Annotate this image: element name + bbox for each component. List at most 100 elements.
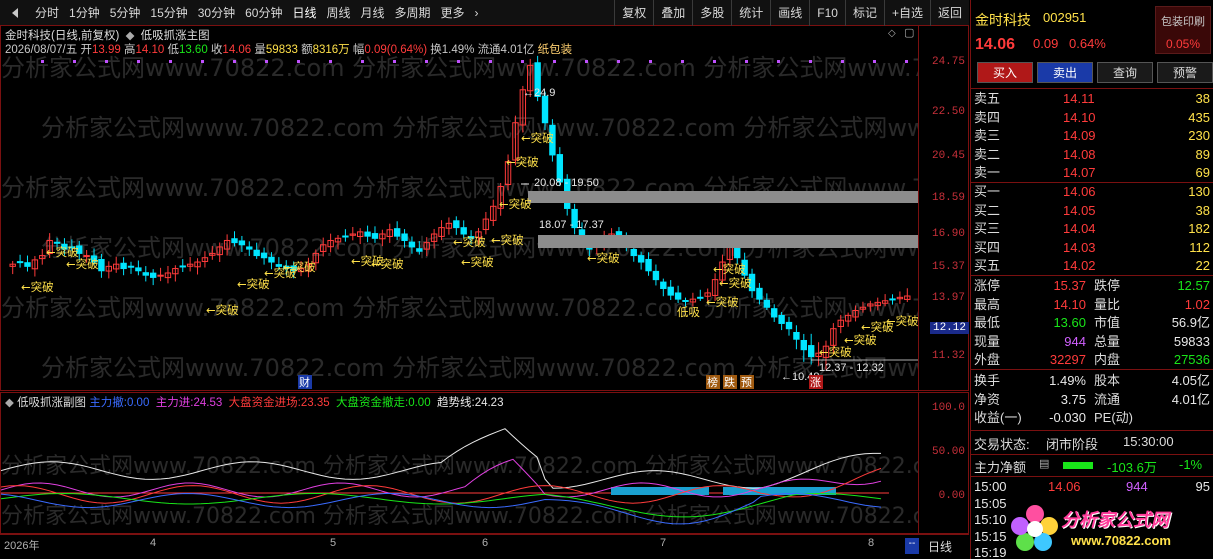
candle-body: [645, 258, 652, 272]
event-badge-text: 跌: [724, 375, 735, 389]
candle-body: [541, 95, 549, 124]
period-tab[interactable]: 60分钟: [240, 0, 287, 26]
period-tab[interactable]: 分时: [30, 0, 64, 26]
tick-time: 15:19: [974, 545, 1007, 559]
ask-row[interactable]: 卖三 14.09 230: [971, 127, 1213, 145]
period-tab[interactable]: 周线: [321, 0, 355, 26]
breakout-label: ←突破: [706, 295, 739, 309]
signal-dot: [649, 60, 652, 63]
alert-button[interactable]: 预警: [1157, 62, 1213, 83]
bid-row[interactable]: 买二 14.05 38: [971, 202, 1213, 220]
candle-body: [401, 233, 408, 241]
trade-status-row: 交易状态: 闭市阶段 15:30:00: [974, 434, 1174, 452]
candle-body: [238, 240, 246, 246]
book-label: 卖一: [974, 165, 1001, 180]
price-tick: 16.90: [931, 228, 965, 240]
tick-price: 14.06: [1048, 479, 1081, 494]
candle-body: [771, 308, 778, 318]
price-tick: 15.37: [931, 261, 965, 273]
stat-l2: 量比: [1094, 296, 1121, 312]
period-tab[interactable]: 更多: [436, 0, 470, 26]
book-price: 14.03: [1063, 239, 1096, 255]
stat-l2: PE(动): [1094, 410, 1134, 425]
tick-time: 15:10: [974, 512, 1007, 527]
stat-l2: 股本: [1094, 373, 1121, 388]
candle-body: [142, 272, 149, 276]
period-tab[interactable]: 1分钟: [64, 0, 105, 26]
toolbar-button[interactable]: F10: [809, 0, 845, 26]
book-price: 14.04: [1063, 221, 1096, 236]
main-kline-chart[interactable]: 金时科技(日线,前复权) ◆ 低吸抓涨主图 2026/08/07/五 开13.9…: [0, 26, 969, 391]
period-badge[interactable]: --: [905, 538, 919, 554]
sub-indicator-chart[interactable]: ◆ 低吸抓涨副图 主力撤:0.00 主力进:24.53 大盘资金进场:23.35…: [0, 392, 969, 534]
event-badge-text: 预: [741, 376, 752, 389]
period-tab[interactable]: 5分钟: [105, 0, 146, 26]
breakout-label: ←突破: [371, 257, 404, 271]
book-vol: 22: [1195, 258, 1210, 273]
book-price: 14.02: [1063, 258, 1096, 273]
breakout-label: ←突破: [819, 345, 852, 359]
period-tabs: 分时 1分钟 5分钟 15分钟 30分钟 60分钟 日线 周线 月线 多周期 更多 ›: [30, 0, 484, 26]
toolbar-button[interactable]: 复权: [614, 0, 653, 26]
tick-time: 15:00: [974, 479, 1007, 494]
ask-row[interactable]: 卖一 14.07 69: [971, 164, 1213, 182]
query-button[interactable]: 查询: [1097, 62, 1153, 83]
candle-body: [807, 345, 815, 358]
candle-body: [763, 299, 771, 308]
signal-dot: [105, 60, 108, 63]
breakout-label: ←突破: [499, 197, 532, 211]
stock-name: 金时科技: [975, 12, 1031, 28]
sell-button[interactable]: 卖出: [1037, 62, 1093, 83]
toolbar-button[interactable]: 画线: [770, 0, 809, 26]
stat-l1: 收益(一): [974, 410, 1022, 425]
period-tab[interactable]: 多周期: [390, 0, 436, 26]
stat-v1: 15.37: [1053, 278, 1086, 293]
ask-row[interactable]: 卖五 14.11 38: [971, 90, 1213, 108]
signal-dot: [73, 60, 76, 63]
stat-l1: 净资: [974, 391, 1001, 407]
price-change-pct: 0.64%: [1069, 36, 1106, 51]
toolbar-button[interactable]: 多股: [692, 0, 731, 26]
time-tick: 6: [482, 537, 489, 549]
ask-row[interactable]: 卖二 14.08 89: [971, 146, 1213, 164]
book-price: 14.07: [1063, 165, 1096, 180]
toolbar-button[interactable]: 统计: [731, 0, 770, 26]
time-tick: 4: [150, 537, 157, 549]
bid-row[interactable]: 买五 14.02 22: [971, 257, 1213, 275]
bid-row[interactable]: 买一 14.06 130: [971, 183, 1213, 201]
price-tick: 18.59: [931, 192, 965, 204]
list-icon: ▤: [1039, 458, 1050, 470]
breakout-label: ←突破: [719, 276, 752, 290]
candle-body: [674, 292, 682, 300]
ask-row[interactable]: 卖四 14.10 435: [971, 109, 1213, 127]
price-tick: 13.97: [931, 292, 965, 304]
period-tab[interactable]: 日线: [287, 0, 321, 26]
back-arrow-icon[interactable]: [4, 2, 26, 24]
bid-row[interactable]: 买三 14.04 182: [971, 220, 1213, 238]
stat-l2: 跌停: [1094, 278, 1121, 293]
candle-body: [756, 287, 763, 300]
breakout-label: ←突破: [21, 280, 54, 294]
toolbar-button[interactable]: 返回: [929, 0, 969, 26]
toolbar-button[interactable]: 叠加: [653, 0, 692, 26]
bid-row[interactable]: 买四 14.03 112: [971, 239, 1213, 257]
candle-body: [793, 331, 800, 340]
period-tab[interactable]: 30分钟: [193, 0, 240, 26]
time-axis-period[interactable]: 日线: [928, 538, 952, 555]
net-flow-bar: [1063, 462, 1093, 469]
period-tab[interactable]: 月线: [356, 0, 390, 26]
kline-plot: 分析家公式网www.70822.com 分析家公式网www.70822.com …: [1, 54, 918, 389]
period-tab[interactable]: 15分钟: [145, 0, 192, 26]
pressure-zone: [538, 235, 918, 248]
buy-button[interactable]: 买入: [977, 62, 1033, 83]
toolbar-button[interactable]: +自选: [883, 0, 930, 26]
signal-dot: [809, 60, 812, 63]
toolbar-button[interactable]: 标记: [844, 0, 884, 26]
candle-body: [416, 248, 423, 252]
candle-body: [268, 256, 275, 263]
stat-v1: 13.60: [1053, 315, 1086, 330]
breakout-label: ←突破: [886, 314, 918, 328]
stat-row: 最低 13.60 市值 56.9亿: [971, 314, 1213, 332]
price-tick: 24.75: [931, 56, 965, 68]
chevron-right-icon[interactable]: ›: [470, 0, 484, 26]
